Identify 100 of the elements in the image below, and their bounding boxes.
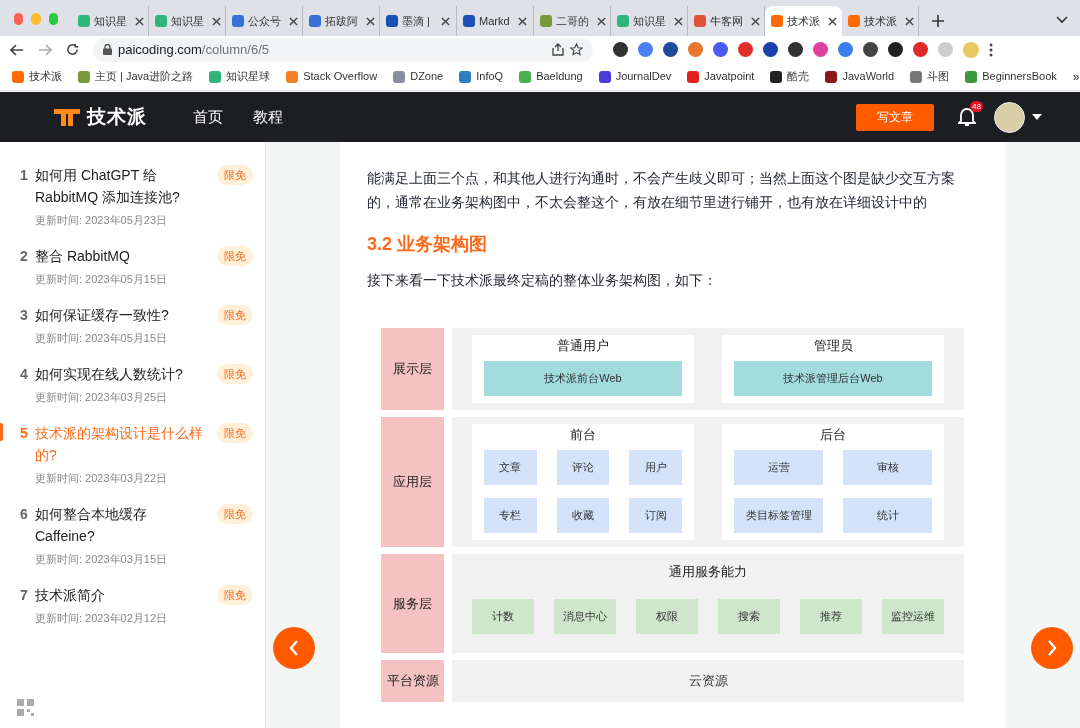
close-icon[interactable]	[212, 16, 221, 26]
sidebar-item[interactable]: 6 如何整合本地缓存 Caffeine? 更新时间: 2023年03月15日 限免	[0, 495, 265, 576]
sidebar-item[interactable]: 7 技术派简介 更新时间: 2023年02月12日 限免	[0, 576, 265, 635]
close-icon[interactable]	[441, 16, 450, 26]
close-icon[interactable]	[366, 16, 375, 26]
module-box: 类目标签管理	[734, 498, 823, 533]
sidebar-item[interactable]: 5 技术派的架构设计是什么样的? 更新时间: 2023年03月22日 限免	[0, 414, 265, 495]
module-box: 计数	[472, 599, 534, 634]
layer-label: 展示层	[381, 328, 444, 410]
share-icon[interactable]	[552, 43, 564, 56]
bookmark[interactable]: 技术派	[12, 68, 62, 85]
notification-icon[interactable]	[958, 107, 976, 127]
item-number: 1	[20, 166, 29, 185]
bookmark[interactable]: DZone	[393, 68, 444, 85]
logo-icon	[53, 107, 81, 127]
module-box: 技术派管理后台Web	[734, 361, 932, 396]
paragraph: 能满足上面三个点，和其他人进行沟通时，不会产生歧义即可；当然上面这个图是缺少交互方案的，通常在业务架构图中，不太会整这个，有放在细节里进行铺开，也有放在详细设计中的	[367, 169, 956, 212]
close-icon[interactable]	[828, 16, 837, 26]
bookmark-title: InfoQ	[476, 69, 504, 85]
bookmark-title: 酷壳	[787, 69, 810, 85]
item-title: 整合 RabbitMQ	[35, 247, 131, 266]
extension-icon[interactable]	[613, 42, 628, 57]
module-box: 消息中心	[554, 599, 616, 634]
extension-icon[interactable]	[863, 42, 878, 57]
group-title: 前台	[570, 426, 596, 444]
address-field[interactable]: paicoding.com/column/6/5	[93, 37, 593, 62]
more-icon[interactable]	[989, 42, 993, 57]
lock-icon	[103, 44, 112, 55]
extension-icon[interactable]	[888, 42, 903, 57]
item-title: 如何实现在线人数统计?	[35, 365, 184, 384]
bookmark-title: Javatpoint	[704, 69, 755, 85]
bookmark-title: JournalDev	[615, 69, 672, 85]
item-title: 如何用 ChatGPT 给 RabbitMQ 添加连接池?	[35, 166, 181, 207]
item-date: 更新时间: 2023年05月23日	[35, 213, 169, 228]
close-icon[interactable]	[597, 16, 606, 26]
bookmark[interactable]: JournalDev	[598, 68, 672, 85]
module-box: 权限	[636, 599, 698, 634]
bookmark[interactable]: 酷壳	[770, 68, 810, 85]
item-date: 更新时间: 2023年03月22日	[35, 471, 169, 486]
bookmark-title: DZone	[410, 69, 444, 85]
chevron-left-icon	[289, 640, 299, 656]
close-icon[interactable]	[905, 16, 914, 26]
bookmark[interactable]: Baeldung	[519, 68, 583, 85]
extension-icon[interactable]	[763, 42, 778, 57]
bookmark[interactable]: 斗图	[910, 68, 950, 85]
sidebar-item[interactable]: 2 整合 RabbitMQ 更新时间: 2023年05月15日 限免	[0, 237, 265, 296]
extension-icon[interactable]	[788, 42, 803, 57]
url-text: paicoding.com/column/6/5	[118, 40, 271, 59]
tab-title: 拓跋阿	[325, 13, 358, 29]
item-number: 4	[20, 365, 29, 384]
module-box: 文章	[484, 450, 537, 485]
free-tag: 限免	[217, 165, 253, 185]
sidebar-item[interactable]: 4 如何实现在线人数统计? 更新时间: 2023年03月25日 限免	[0, 355, 265, 414]
module-box: 订阅	[629, 498, 682, 533]
module-box: 运营	[734, 450, 823, 485]
close-icon[interactable]	[289, 16, 298, 26]
tab-list-icon[interactable]	[1056, 16, 1068, 24]
bookmark-title: 知识星球	[226, 69, 271, 85]
free-tag: 限免	[217, 246, 253, 266]
bookmark[interactable]: 主页 | Java进阶之路	[78, 68, 194, 85]
bookmark[interactable]: JavaWorld	[825, 68, 895, 85]
module-box: 技术派前台Web	[484, 361, 682, 396]
caret-icon[interactable]	[1032, 114, 1042, 120]
site-logo[interactable]: 技术派	[53, 102, 147, 132]
close-icon[interactable]	[751, 16, 760, 26]
browser-tab[interactable]: 技术派	[765, 6, 842, 36]
module-box: 监控运维	[882, 599, 944, 634]
star-icon[interactable]	[570, 43, 583, 56]
bookmark-title: 主页 | Java进阶之路	[95, 69, 194, 85]
item-date: 更新时间: 2023年05月15日	[35, 331, 169, 346]
user-avatar[interactable]	[994, 101, 1025, 133]
bookmark[interactable]: Javatpoint	[687, 68, 755, 85]
close-icon[interactable]	[518, 16, 527, 26]
bookmark[interactable]: BeginnersBook	[965, 68, 1057, 85]
reload-icon[interactable]	[66, 43, 79, 56]
bookmark-title: BeginnersBook	[982, 69, 1057, 85]
tab-title: 知识星	[171, 13, 204, 29]
paragraph: 接下来看一下技术派最终定稿的整体业务架构图，如下：	[367, 271, 718, 290]
item-title: 如何保证缓存一致性?	[35, 306, 170, 325]
new-tab-icon[interactable]	[931, 14, 945, 28]
layer-label: 应用层	[381, 417, 444, 547]
sidebar-item[interactable]: 3 如何保证缓存一致性? 更新时间: 2023年05月15日 限免	[0, 296, 265, 355]
nav-link[interactable]: 教程	[253, 105, 283, 129]
close-icon[interactable]	[674, 16, 683, 26]
back-icon[interactable]	[10, 43, 24, 56]
close-icon[interactable]	[135, 16, 144, 26]
tab-title: 知识星	[633, 13, 666, 29]
more-bookmarks-button[interactable]: »	[1072, 67, 1080, 86]
bookmark[interactable]: 知识星球	[209, 68, 271, 85]
item-date: 更新时间: 2023年03月25日	[35, 390, 169, 405]
tab-title: 知识星	[94, 13, 127, 29]
bookmark-title: Baeldung	[536, 69, 583, 85]
sidebar-item[interactable]: 1 如何用 ChatGPT 给 RabbitMQ 添加连接池? 更新时间: 2023年05月23日 限免	[0, 156, 265, 237]
bookmark[interactable]: InfoQ	[459, 68, 504, 85]
nav-link[interactable]: 首页	[193, 105, 223, 129]
layer-panel: 云资源	[452, 660, 964, 702]
extension-icon[interactable]	[663, 42, 678, 57]
module-box: 评论	[556, 450, 610, 485]
tab-title: 墨滴 |	[402, 13, 430, 29]
bookmark[interactable]: Stack Overflow	[286, 68, 378, 85]
